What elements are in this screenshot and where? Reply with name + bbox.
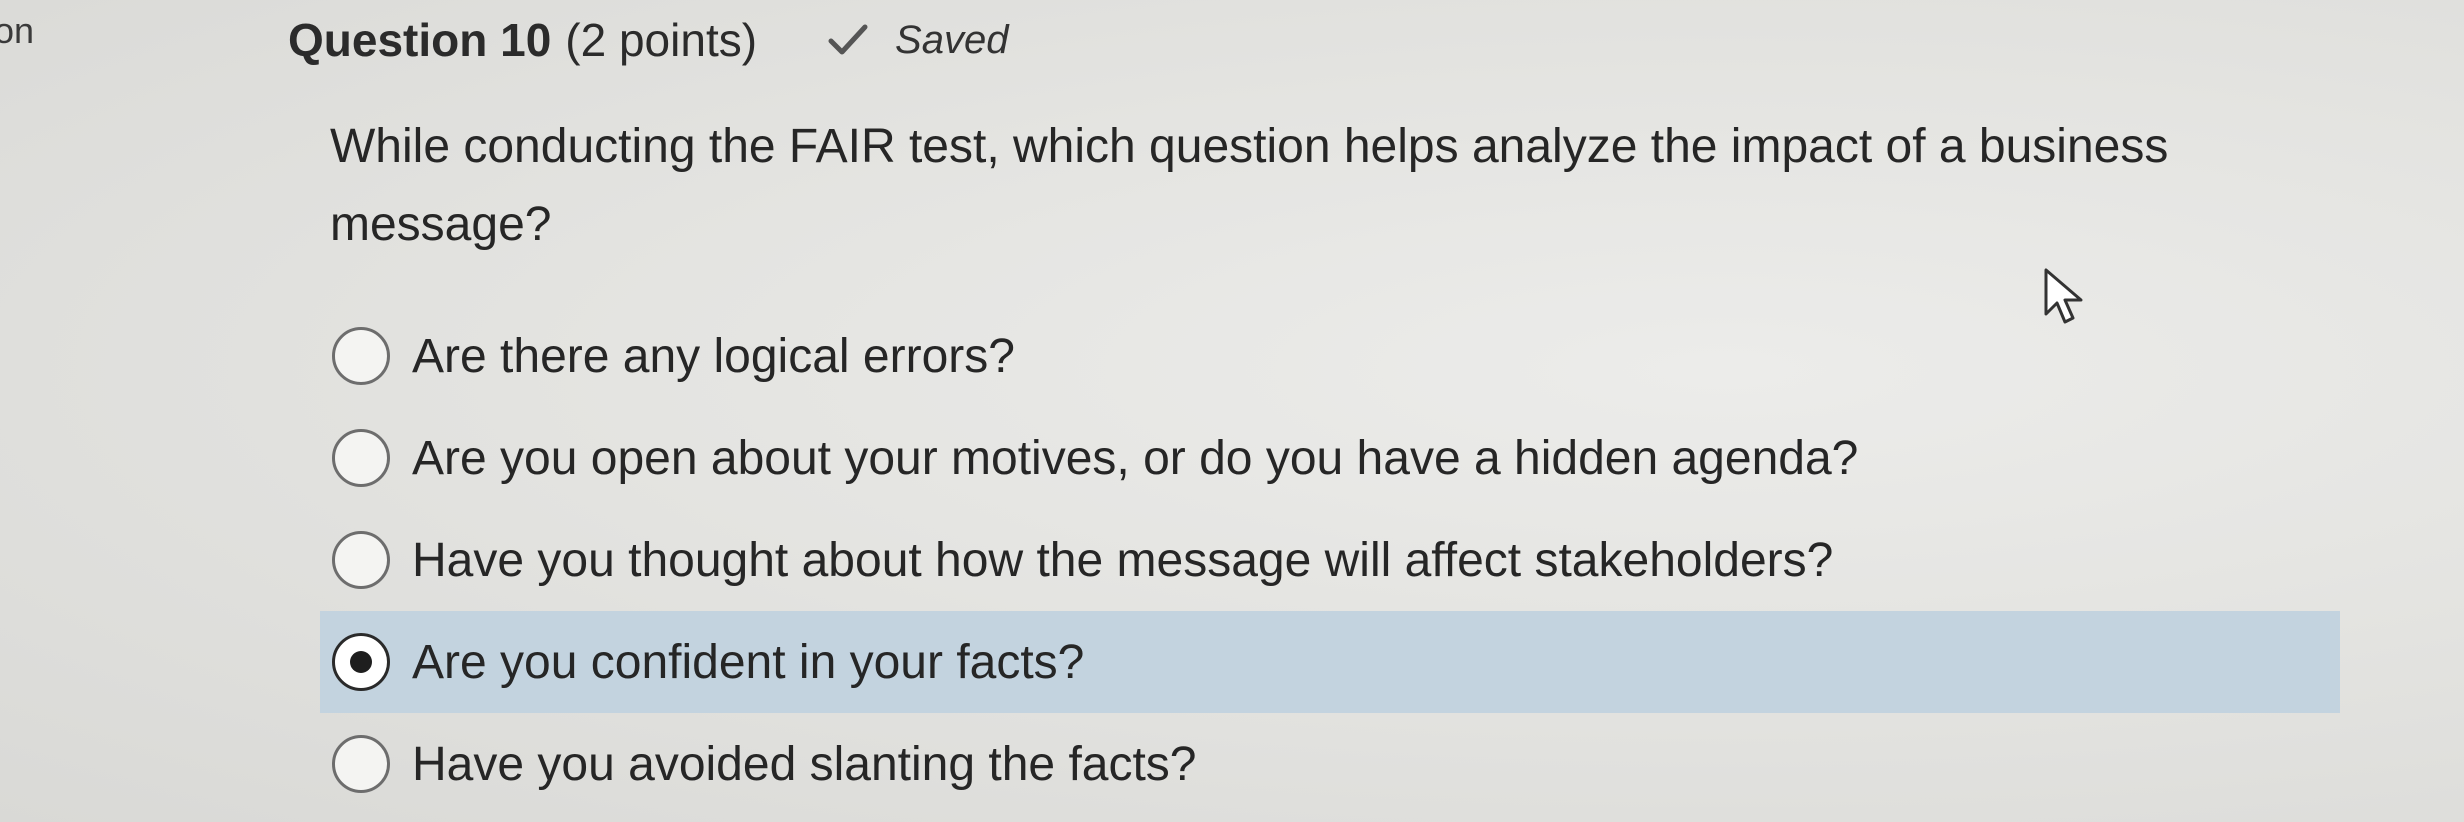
- mouse-pointer-icon: [2044, 268, 2083, 324]
- radio-button-icon[interactable]: [332, 327, 390, 385]
- answer-option-4[interactable]: Are you confident in your facts?: [320, 611, 2340, 713]
- question-text: While conducting the FAIR test, which qu…: [330, 120, 2169, 251]
- saved-status: Saved: [827, 18, 1008, 63]
- radio-dot-icon: [350, 651, 372, 673]
- question-points: (2 points): [565, 14, 758, 66]
- answer-option-3[interactable]: Have you thought about how the message w…: [320, 509, 2340, 611]
- question-header: Question 10 (2 points) Saved: [288, 10, 1008, 70]
- answer-option-label[interactable]: Have you avoided slanting the facts?: [412, 737, 1197, 792]
- radio-button-icon[interactable]: [332, 429, 390, 487]
- answer-option-label[interactable]: Have you thought about how the message w…: [412, 533, 1833, 588]
- answer-option-label[interactable]: Are you open about your motives, or do y…: [412, 431, 1858, 486]
- question-title: Question 10: [288, 14, 552, 66]
- checkmark-icon: [828, 24, 868, 55]
- radio-button-icon[interactable]: [332, 633, 390, 691]
- radio-button-icon[interactable]: [332, 735, 390, 793]
- saved-label: Saved: [895, 17, 1009, 62]
- sidebar-partial-label[interactable]: ion: [0, 10, 34, 52]
- radio-button-icon[interactable]: [332, 531, 390, 589]
- answer-option-5[interactable]: Have you avoided slanting the facts?: [320, 713, 2340, 815]
- answer-option-1[interactable]: Are there any logical errors?: [320, 305, 2340, 407]
- answer-option-label[interactable]: Are you confident in your facts?: [412, 635, 1084, 690]
- answer-option-2[interactable]: Are you open about your motives, or do y…: [320, 407, 2340, 509]
- answer-option-label[interactable]: Are there any logical errors?: [412, 329, 1015, 384]
- answer-options: Are there any logical errors? Are you op…: [320, 305, 2340, 815]
